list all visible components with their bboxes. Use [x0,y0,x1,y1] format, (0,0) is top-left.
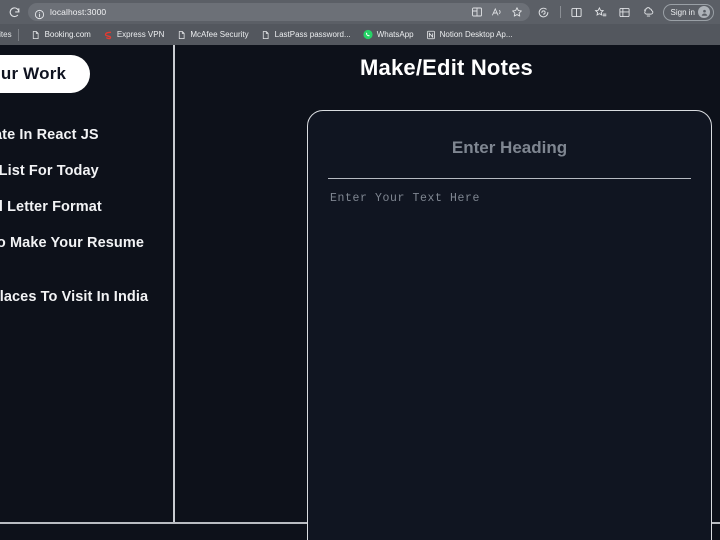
sidebar: Your Work useState In React JS To Do Lis… [0,45,173,523]
copilot-icon[interactable] [534,3,554,21]
favorites-star-list-icon[interactable] [591,3,611,21]
bookmark-booking[interactable]: Booking.com [25,29,97,40]
bookmark-whatsapp[interactable]: WhatsApp [357,29,420,40]
split-screen-icon[interactable] [469,4,486,20]
bookmarks-bar: vorites Booking.com Express VPN McAfee S… [0,24,720,45]
extensions-icon[interactable] [639,3,659,21]
saved-notes-list: useState In React JS To Do List For Toda… [0,127,173,325]
bookmark-label: McAfee Security [190,30,249,39]
list-item[interactable]: To Do List For Today [0,163,173,199]
bookmark-mcafee[interactable]: McAfee Security [170,29,254,40]
bookmark-lastpass[interactable]: LastPass password... [255,29,357,40]
list-item[interactable]: How To Make Your Resume Better [0,235,173,289]
editor-divider [328,178,691,179]
note-editor-card [307,110,712,540]
list-item[interactable]: Formal Letter Format [0,199,173,235]
bookmark-label: Notion Desktop Ap... [439,30,513,39]
address-bar[interactable]: localhost:3000 [28,3,530,21]
page-icon [176,29,186,40]
bookmark-notion[interactable]: Notion Desktop Ap... [420,29,519,40]
bookmark-label: WhatsApp [376,30,414,39]
expressvpn-icon [103,29,113,40]
bookmark-expressvpn[interactable]: Express VPN [97,29,171,40]
bookmark-label: LastPass password... [274,30,351,39]
bookmarks-separator [17,28,19,41]
page-icon [261,29,271,40]
favorites-label[interactable]: vorites [0,30,12,39]
note-body-textarea[interactable] [330,191,707,540]
heading-input[interactable] [308,111,711,158]
browser-toolbar: localhost:3000 Sign in [0,0,720,24]
reload-icon[interactable] [4,3,24,21]
whatsapp-icon [363,29,373,40]
toolbar-divider [559,6,561,18]
address-bar-actions [469,4,526,20]
avatar-icon [698,6,710,18]
page-icon [31,29,41,40]
sign-in-label: Sign in [670,7,695,17]
split-pane-icon[interactable] [567,3,587,21]
collections-icon[interactable] [615,3,635,21]
read-aloud-icon[interactable] [489,4,506,20]
your-work-badge: Your Work [0,55,91,93]
bookmark-label: Express VPN [116,30,165,39]
page-title: Make/Edit Notes [360,55,533,80]
main-content: Make/Edit Notes [173,45,720,540]
list-item[interactable]: Best Places To Visit In India [0,289,173,325]
notes-app-page: Your Work useState In React JS To Do Lis… [0,45,720,540]
site-info-icon[interactable] [34,7,45,19]
list-item[interactable]: useState In React JS [0,127,173,163]
address-text[interactable]: localhost:3000 [50,7,464,17]
star-icon[interactable] [509,4,526,20]
browser-chrome: localhost:3000 Sign in ites Booking.com … [0,0,720,45]
bookmark-label: Booking.com [44,30,91,39]
notion-icon [426,29,436,40]
sign-in-button[interactable]: Sign in [662,3,714,21]
